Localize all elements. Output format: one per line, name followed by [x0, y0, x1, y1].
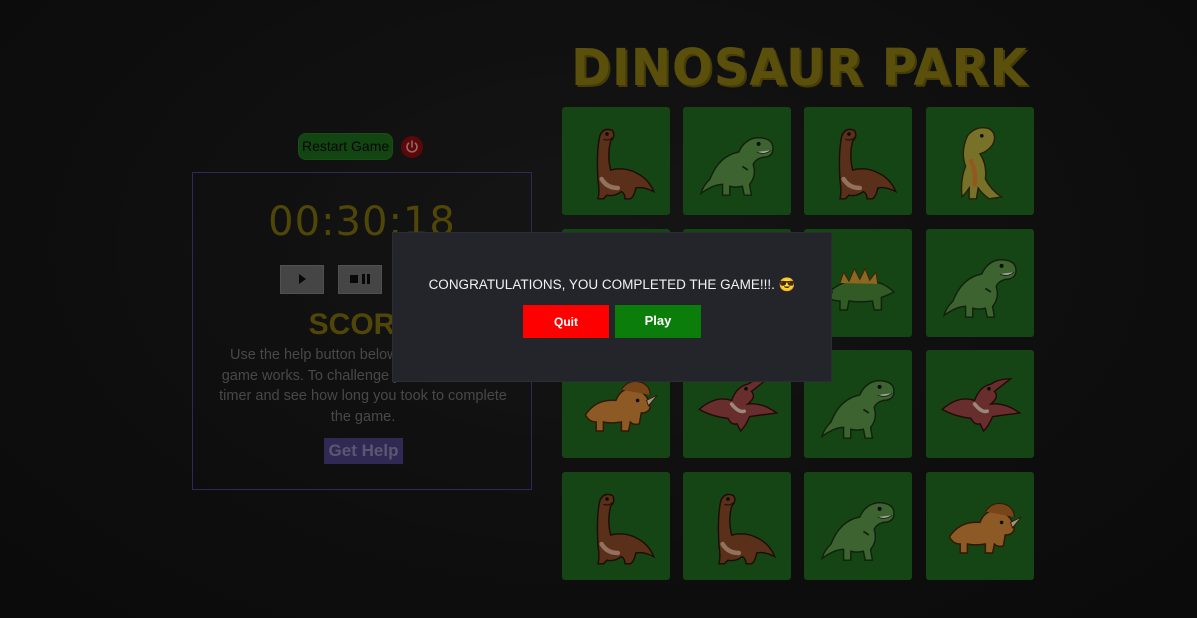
play-again-button[interactable]: Play — [615, 305, 701, 338]
quit-button[interactable]: Quit — [523, 305, 609, 338]
completion-message: CONGRATULATIONS, YOU COMPLETED THE GAME!… — [428, 277, 796, 292]
completion-modal: CONGRATULATIONS, YOU COMPLETED THE GAME!… — [393, 233, 831, 381]
